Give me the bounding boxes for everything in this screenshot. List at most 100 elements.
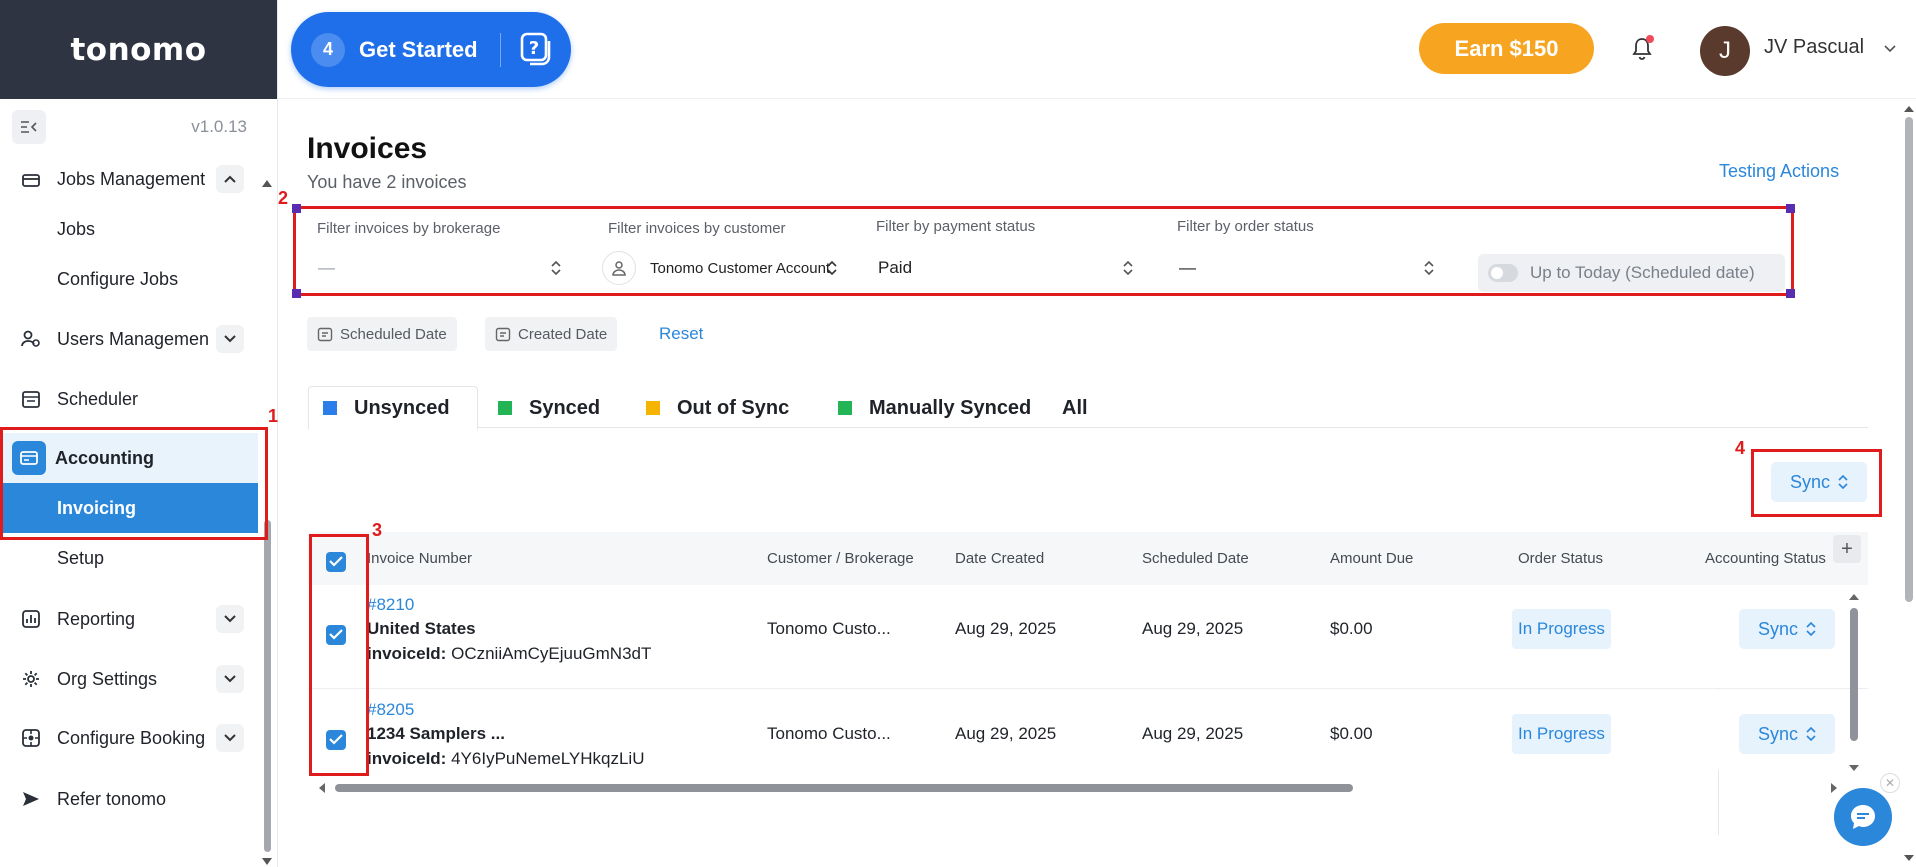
- page-scroll-down-icon[interactable]: [1903, 853, 1915, 863]
- selection-handle: [1786, 204, 1795, 213]
- updown-arrows-icon: [1806, 622, 1816, 636]
- scheduled-date-chip[interactable]: Scheduled Date: [307, 317, 457, 351]
- divider: [499, 32, 501, 67]
- chevron-down-icon[interactable]: [216, 665, 244, 693]
- page-scrollbar[interactable]: [1905, 117, 1913, 602]
- sidebar-scrollbar[interactable]: [264, 520, 271, 852]
- invoice-id-label: invoiceId:: [367, 644, 447, 663]
- toggle-switch[interactable]: [1488, 264, 1518, 282]
- sidebar-item-jobs[interactable]: Jobs: [0, 204, 258, 254]
- invoice-number-link[interactable]: #8205: [367, 700, 414, 720]
- avatar[interactable]: J: [1700, 26, 1750, 76]
- toggle-label: Up to Today (Scheduled date): [1530, 263, 1755, 282]
- order-filter: Filter by order status: [1177, 218, 1314, 235]
- chevron-down-icon[interactable]: [1882, 40, 1898, 56]
- status-square-icon: [646, 401, 660, 415]
- bulk-sync-button[interactable]: Sync: [1771, 462, 1867, 502]
- order-status-select[interactable]: —: [1167, 246, 1445, 290]
- tab-synced[interactable]: Synced: [484, 386, 614, 430]
- column-header[interactable]: Date Created: [955, 550, 1044, 567]
- user-name[interactable]: JV Pascual: [1764, 36, 1864, 59]
- payment-status-select[interactable]: Paid: [866, 246, 1144, 290]
- customer-cell: Tonomo Custo...: [767, 724, 891, 743]
- sidebar-item-label: Setup: [57, 547, 105, 568]
- selection-handle: [292, 204, 301, 213]
- reset-filters-link[interactable]: Reset: [659, 324, 703, 344]
- scroll-up-arrow-icon[interactable]: [1848, 592, 1860, 602]
- sidebar-item-refer[interactable]: Refer tonomo: [0, 774, 258, 824]
- sidebar-item-label: Scheduler: [57, 388, 139, 409]
- scroll-up-arrow-icon[interactable]: [262, 180, 272, 187]
- column-header[interactable]: Invoice Number: [367, 550, 472, 567]
- column-header[interactable]: Scheduled Date: [1142, 550, 1249, 567]
- brokerage-select[interactable]: —: [306, 246, 572, 290]
- get-started-button[interactable]: 4 Get Started ?: [291, 12, 571, 87]
- page-scroll-up-icon[interactable]: [1903, 104, 1915, 114]
- filter-label: Filter invoices by customer: [608, 220, 786, 237]
- up-to-today-toggle[interactable]: Up to Today (Scheduled date): [1478, 254, 1785, 292]
- created-date-chip[interactable]: Created Date: [485, 317, 618, 351]
- status-square-icon: [498, 401, 512, 415]
- sidebar-item-configure-jobs[interactable]: Configure Jobs: [0, 254, 258, 304]
- table-horizontal-scrollbar[interactable]: [335, 784, 1353, 792]
- brand-header: tonomo: [0, 0, 277, 99]
- chat-bubble-icon: [1851, 805, 1875, 829]
- brand-logo[interactable]: tonomo: [70, 32, 206, 68]
- select-value: —: [1179, 258, 1196, 277]
- page-title: Invoices: [307, 132, 428, 165]
- testing-actions-link[interactable]: Testing Actions: [1719, 161, 1839, 182]
- calendar-icon: [317, 327, 333, 342]
- collapse-sidebar-icon[interactable]: [12, 110, 46, 144]
- table-header: Invoice Number Customer / Brokerage Date…: [308, 532, 1868, 585]
- sidebar-item-scheduler[interactable]: Scheduler: [0, 374, 258, 424]
- row-sync-button[interactable]: Sync: [1739, 609, 1835, 649]
- scroll-left-arrow-icon[interactable]: [317, 782, 327, 794]
- chevron-up-icon[interactable]: [216, 165, 244, 193]
- sidebar-item-setup[interactable]: Setup: [0, 533, 258, 583]
- updown-arrows-icon: [827, 260, 837, 276]
- notification-dot: [1646, 35, 1654, 43]
- updown-arrows-icon: [1838, 475, 1848, 489]
- chevron-down-icon[interactable]: [216, 325, 244, 353]
- user-icon: [602, 251, 636, 285]
- status-badge: In Progress: [1512, 714, 1611, 754]
- invoice-number-link[interactable]: #8210: [367, 595, 414, 615]
- table-row[interactable]: #8210 United States invoiceId: OCzniiAmC…: [308, 585, 1868, 689]
- scroll-right-arrow-icon[interactable]: [1829, 782, 1839, 794]
- sidebar-item-configure-booking[interactable]: Configure Booking: [0, 713, 258, 763]
- tab-out-of-sync[interactable]: Out of Sync: [632, 386, 803, 430]
- chat-widget-button[interactable]: [1834, 788, 1892, 846]
- sidebar-item-label: Jobs: [57, 218, 96, 239]
- column-header[interactable]: Customer / Brokerage: [767, 550, 914, 567]
- svg-text:?: ?: [528, 38, 538, 59]
- payment-filter: Filter by payment status: [876, 218, 1035, 235]
- invoice-title: United States: [367, 619, 476, 638]
- chip-label: Created Date: [518, 325, 608, 343]
- sidebar-item-jobs-management[interactable]: Jobs Management: [0, 160, 258, 204]
- sync-label: Sync: [1789, 471, 1831, 492]
- sidebar-item-org-settings[interactable]: Org Settings: [0, 654, 258, 704]
- annotation-label-1: 1: [268, 406, 279, 426]
- updown-arrows-icon: [1123, 260, 1133, 276]
- chevron-down-icon[interactable]: [216, 605, 244, 633]
- earn-referral-button[interactable]: Earn $150: [1419, 23, 1594, 74]
- tab-unsynced[interactable]: Unsynced: [308, 386, 478, 430]
- close-icon[interactable]: ✕: [1880, 773, 1900, 793]
- chevron-down-icon[interactable]: [216, 724, 244, 752]
- row-sync-button[interactable]: Sync: [1739, 714, 1835, 754]
- tab-all[interactable]: All: [1048, 386, 1102, 430]
- column-header[interactable]: Accounting Status: [1705, 550, 1826, 567]
- tab-manually-synced[interactable]: Manually Synced: [824, 386, 1045, 430]
- column-header[interactable]: Amount Due: [1330, 550, 1413, 567]
- table-row[interactable]: #8205 1234 Samplers ... invoiceId: 4Y6Iy…: [308, 690, 1868, 770]
- add-column-button[interactable]: +: [1833, 535, 1861, 563]
- sidebar-item-reporting[interactable]: Reporting: [0, 594, 258, 644]
- scroll-down-arrow-icon[interactable]: [1848, 763, 1860, 773]
- customer-select[interactable]: Tonomo Customer Account: [598, 246, 848, 290]
- top-header: 4 Get Started ? Earn $150 J JV Pascual: [278, 0, 1916, 99]
- table-vertical-scrollbar[interactable]: [1850, 608, 1858, 741]
- scroll-down-arrow-icon[interactable]: [262, 858, 272, 865]
- column-header[interactable]: Order Status: [1518, 550, 1603, 567]
- sidebar-item-users-management[interactable]: Users Managemen: [0, 314, 258, 364]
- sidebar-item-label: Org Settings: [57, 668, 158, 689]
